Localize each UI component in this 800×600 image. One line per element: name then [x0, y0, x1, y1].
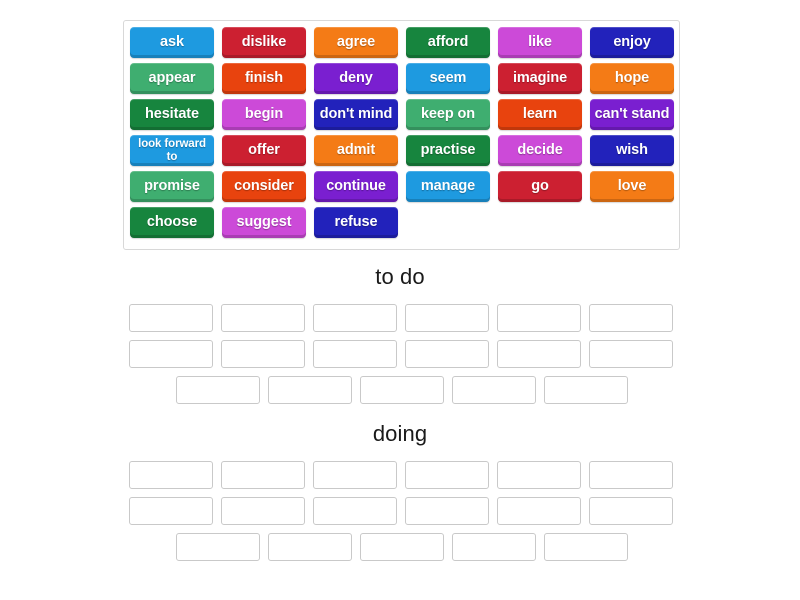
group-title: to do [375, 264, 425, 289]
word-tile[interactable]: look forward to [130, 135, 214, 166]
drop-slot[interactable] [129, 304, 213, 332]
drop-slot[interactable] [405, 461, 489, 489]
drop-slot[interactable] [268, 533, 352, 561]
drop-slot[interactable] [452, 533, 536, 561]
word-tile[interactable]: keep on [406, 99, 490, 130]
group-section-doing: doing [0, 421, 800, 569]
word-tile[interactable]: suggest [222, 207, 306, 238]
drop-slot[interactable] [589, 497, 673, 525]
group-title: doing [372, 421, 428, 446]
tile-row: look forward to offer admit practise decide w… [124, 135, 679, 170]
word-tile[interactable]: go [498, 171, 582, 202]
word-tile[interactable]: admit [314, 135, 398, 166]
word-bank-container: ask dislike agree afford like enjoy appear fini… [123, 20, 680, 250]
word-tile[interactable]: can't stand [590, 99, 674, 130]
word-tile[interactable]: hesitate [130, 99, 214, 130]
drop-slot[interactable] [544, 533, 628, 561]
word-tile[interactable]: finish [222, 63, 306, 94]
word-tile[interactable]: begin [222, 99, 306, 130]
drop-slot[interactable] [129, 461, 213, 489]
word-tile[interactable]: imagine [498, 63, 582, 94]
activity-stage: ask dislike agree afford like enjoy appear fini… [0, 0, 800, 600]
drop-slot[interactable] [221, 340, 305, 368]
drop-slot[interactable] [313, 497, 397, 525]
tile-row: appear finish deny seem imagine hope [124, 63, 679, 98]
drop-slot[interactable] [360, 376, 444, 404]
drop-slot[interactable] [221, 304, 305, 332]
slot-row [0, 533, 800, 561]
word-tile[interactable]: decide [498, 135, 582, 166]
group-slots [0, 461, 800, 561]
word-tile[interactable]: wish [590, 135, 674, 166]
drop-slot[interactable] [268, 376, 352, 404]
drop-slot[interactable] [221, 497, 305, 525]
word-tile[interactable]: offer [222, 135, 306, 166]
word-tile[interactable]: like [498, 27, 582, 58]
drop-slot[interactable] [589, 304, 673, 332]
tile-row: hesitate begin don't mind keep on learn can't… [124, 99, 679, 134]
drop-slot[interactable] [589, 461, 673, 489]
drop-slot[interactable] [313, 340, 397, 368]
word-tile[interactable]: deny [314, 63, 398, 94]
drop-slot[interactable] [497, 497, 581, 525]
word-tile[interactable]: afford [406, 27, 490, 58]
drop-slot[interactable] [176, 533, 260, 561]
drop-slot[interactable] [544, 376, 628, 404]
drop-slot[interactable] [129, 497, 213, 525]
word-tile[interactable]: continue [314, 171, 398, 202]
word-tile[interactable]: practise [406, 135, 490, 166]
word-tile[interactable]: love [590, 171, 674, 202]
drop-slot[interactable] [313, 304, 397, 332]
word-tile[interactable]: promise [130, 171, 214, 202]
word-tile[interactable]: ask [130, 27, 214, 58]
word-tile[interactable]: hope [590, 63, 674, 94]
word-tile[interactable]: learn [498, 99, 582, 130]
word-tile[interactable]: refuse [314, 207, 398, 238]
drop-slot[interactable] [221, 461, 305, 489]
word-tile[interactable]: agree [314, 27, 398, 58]
word-tile[interactable]: don't mind [314, 99, 398, 130]
word-tile[interactable]: manage [406, 171, 490, 202]
slot-row [0, 461, 800, 489]
word-tile[interactable]: seem [406, 63, 490, 94]
drop-slot[interactable] [313, 461, 397, 489]
drop-slot[interactable] [129, 340, 213, 368]
drop-slot[interactable] [589, 340, 673, 368]
drop-slot[interactable] [405, 497, 489, 525]
word-tile[interactable]: dislike [222, 27, 306, 58]
drop-slot[interactable] [497, 461, 581, 489]
word-tile[interactable]: appear [130, 63, 214, 94]
group-section-to-do: to do [0, 264, 800, 412]
word-tile[interactable]: enjoy [590, 27, 674, 58]
slot-row [0, 497, 800, 525]
drop-slot[interactable] [405, 304, 489, 332]
drop-slot[interactable] [360, 533, 444, 561]
tile-row: promise consider continue manage go love [124, 171, 679, 206]
drop-slot[interactable] [176, 376, 260, 404]
word-tile[interactable]: consider [222, 171, 306, 202]
tile-row: ask dislike agree afford like enjoy [124, 27, 679, 62]
slot-row [0, 376, 800, 404]
drop-slot[interactable] [497, 340, 581, 368]
tile-row: choose suggest refuse [124, 207, 679, 242]
drop-slot[interactable] [452, 376, 536, 404]
word-tile[interactable]: choose [130, 207, 214, 238]
slot-row [0, 304, 800, 332]
drop-slot[interactable] [497, 304, 581, 332]
group-slots [0, 304, 800, 404]
slot-row [0, 340, 800, 368]
drop-slot[interactable] [405, 340, 489, 368]
